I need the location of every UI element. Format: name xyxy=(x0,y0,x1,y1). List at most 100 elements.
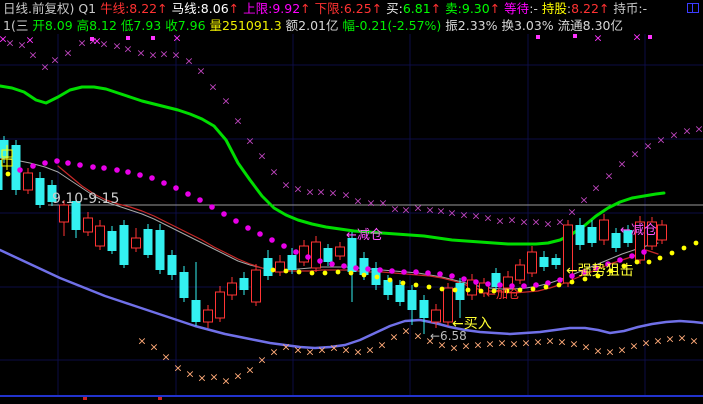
magenta-x-mark: × xyxy=(233,115,242,128)
info-segment: 马线:8.06 xyxy=(167,1,229,16)
candle-up[interactable] xyxy=(275,261,285,273)
orange-x-mark: × xyxy=(377,339,386,352)
info-segment: 下限:6.25 xyxy=(310,1,372,16)
magenta-x-mark: × xyxy=(257,150,266,163)
magenta-x-mark: × xyxy=(630,148,639,161)
yellow-dot xyxy=(296,269,302,275)
magenta-x-mark: × xyxy=(579,194,588,207)
magenta-x-mark: × xyxy=(378,197,387,210)
magenta-dot xyxy=(377,267,383,273)
candle-down[interactable] xyxy=(263,258,273,276)
candle-down[interactable] xyxy=(539,257,549,267)
candlestick-chart[interactable]: × ×××××× × × × × × × × ××××××××× × × × × × × × × × × × × × × × × ×… xyxy=(0,0,703,404)
candle-down[interactable] xyxy=(167,255,177,275)
candle-up[interactable] xyxy=(599,219,609,241)
info-segment: 振2.33% 换3.03% 流通8.30亿 xyxy=(445,18,623,33)
orange-x-mark: × xyxy=(137,335,146,348)
info-segment: ↑ xyxy=(371,1,383,16)
magenta-dot xyxy=(281,243,287,249)
candle-up[interactable] xyxy=(95,225,105,247)
orange-x-mark: × xyxy=(185,368,194,381)
candle-down[interactable] xyxy=(107,231,117,251)
candle-up[interactable] xyxy=(59,204,69,223)
candle-down[interactable] xyxy=(179,272,189,298)
orange-x-mark: × xyxy=(617,344,626,357)
candle-down[interactable] xyxy=(587,227,597,243)
signal-square-mark xyxy=(151,36,155,40)
signal-square-mark xyxy=(648,35,652,39)
magenta-dot xyxy=(293,249,299,255)
candle-up[interactable] xyxy=(431,309,441,323)
candle-up[interactable] xyxy=(657,224,667,241)
candle-down[interactable] xyxy=(407,290,417,310)
info-bar-line1: 日线.前复权) Q1 牛线:8.22↑ 马线:8.06↑ 上限:9.92↑ 下限… xyxy=(3,1,647,16)
orange-x-mark: × xyxy=(401,325,410,338)
magenta-dot xyxy=(353,265,359,271)
magenta-x-mark: × xyxy=(669,129,678,142)
yellow-dot xyxy=(361,272,367,278)
magenta-dot xyxy=(269,237,275,243)
magenta-x-mark: × xyxy=(245,135,254,148)
candle-down[interactable] xyxy=(155,230,165,270)
candle-down[interactable] xyxy=(575,225,585,245)
candle-up[interactable] xyxy=(527,251,537,274)
candle-up[interactable] xyxy=(203,309,213,323)
info-segment: 1(三 xyxy=(3,18,33,33)
candle-up[interactable] xyxy=(23,172,33,191)
magenta-dot xyxy=(485,281,491,287)
candle-up[interactable] xyxy=(131,237,141,249)
candle-down[interactable] xyxy=(239,278,249,290)
candle-up[interactable] xyxy=(311,241,321,269)
candle-down[interactable] xyxy=(383,280,393,295)
candle-up[interactable] xyxy=(515,264,525,281)
candle-down[interactable] xyxy=(551,258,561,265)
candle-up[interactable] xyxy=(215,291,225,319)
magenta-dot xyxy=(341,263,347,269)
orange-x-mark: × xyxy=(557,336,566,349)
orange-x-mark: × xyxy=(581,341,590,354)
magenta-x-mark: × xyxy=(366,197,375,210)
orange-x-mark: × xyxy=(353,346,362,359)
magenta-x-mark: × xyxy=(591,182,600,195)
candle-up[interactable] xyxy=(83,217,93,233)
magenta-dot xyxy=(449,273,455,279)
orange-x-mark: × xyxy=(173,362,182,375)
magenta-dot xyxy=(173,185,179,191)
magenta-dot xyxy=(42,160,48,166)
candle-down[interactable] xyxy=(287,255,297,270)
yellow-dot xyxy=(387,277,393,283)
candle-up[interactable] xyxy=(335,246,345,257)
magenta-dot xyxy=(641,249,647,255)
info-segment: ↑ xyxy=(300,1,311,16)
orange-x-mark: × xyxy=(677,332,686,345)
candle-up[interactable] xyxy=(227,282,237,296)
orange-x-mark: × xyxy=(665,333,674,346)
info-segment: 等待 xyxy=(500,1,530,16)
orange-x-mark: × xyxy=(485,338,494,351)
magenta-dot xyxy=(389,268,395,274)
magenta-x-mark: × xyxy=(656,134,665,147)
candle-down[interactable] xyxy=(119,225,129,265)
candle-up[interactable] xyxy=(251,269,261,303)
yellow-dot xyxy=(669,250,675,256)
yellow-dot xyxy=(270,267,276,273)
candle-down[interactable] xyxy=(191,300,201,322)
candle-down[interactable] xyxy=(395,285,405,302)
magenta-dot xyxy=(425,270,431,276)
window-icon[interactable] xyxy=(687,3,699,13)
yellow-dot xyxy=(322,270,328,276)
candle-down[interactable] xyxy=(35,178,45,205)
candle-down[interactable] xyxy=(419,300,429,318)
magenta-x-mark: × xyxy=(555,216,564,229)
magenta-dot xyxy=(245,225,251,231)
info-segment: 持币:- xyxy=(609,1,648,16)
orange-x-mark: × xyxy=(161,351,170,364)
signal-x-mark: × xyxy=(632,31,641,44)
orange-x-mark: × xyxy=(257,354,266,367)
candle-down[interactable] xyxy=(143,229,153,255)
yellow-dot xyxy=(400,280,406,286)
magenta-x-mark: × xyxy=(136,47,145,60)
candle-down[interactable] xyxy=(323,248,333,262)
magenta-dot xyxy=(90,164,96,170)
info-segment: 6.81 xyxy=(402,1,431,16)
